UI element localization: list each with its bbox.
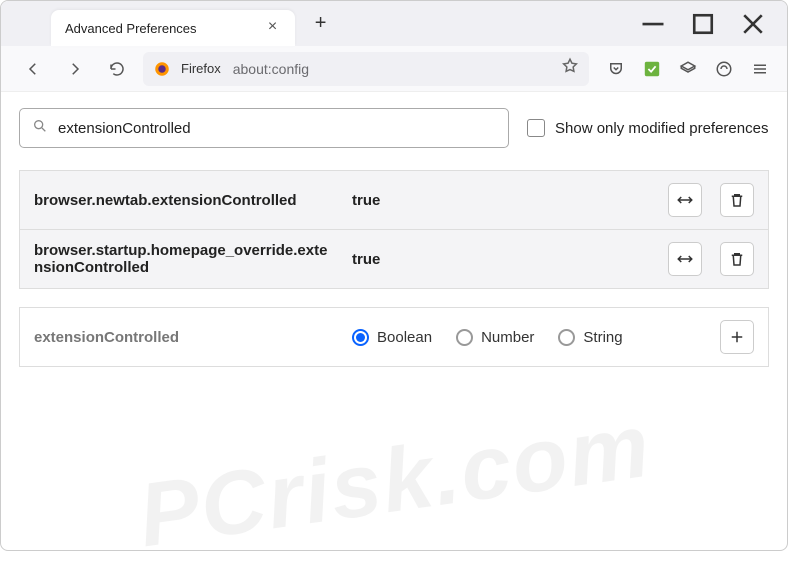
radio-string[interactable]: String <box>558 329 622 346</box>
titlebar: Advanced Preferences × + <box>1 1 787 46</box>
pref-row: browser.newtab.extensionControlled true <box>20 171 768 230</box>
maximize-button[interactable] <box>689 10 717 38</box>
toolbar-icons <box>599 58 771 80</box>
bookmark-star-icon[interactable] <box>561 57 579 80</box>
pref-value: true <box>352 251 650 268</box>
add-pref-row: extensionControlled Boolean Number Strin… <box>20 308 768 366</box>
forward-button[interactable] <box>59 53 91 85</box>
pref-name: browser.startup.homepage_override.extens… <box>34 242 334 276</box>
extension-icon[interactable] <box>641 58 663 80</box>
delete-button[interactable] <box>720 183 754 217</box>
pref-name: browser.newtab.extensionControlled <box>34 192 334 209</box>
content-area: Show only modified preferences browser.n… <box>1 92 787 383</box>
tab-title: Advanced Preferences <box>65 21 197 36</box>
add-button[interactable] <box>720 320 754 354</box>
address-url: about:config <box>233 61 309 77</box>
show-modified-checkbox[interactable]: Show only modified preferences <box>527 119 768 137</box>
toggle-button[interactable] <box>668 183 702 217</box>
radio-boolean[interactable]: Boolean <box>352 329 432 346</box>
address-brand: Firefox <box>181 61 221 76</box>
add-pref-section: extensionControlled Boolean Number Strin… <box>19 307 769 367</box>
pref-search-input[interactable] <box>58 120 496 137</box>
search-icon <box>32 118 48 139</box>
search-row: Show only modified preferences <box>19 108 769 148</box>
radio-label: Boolean <box>377 329 432 346</box>
radio-label: String <box>583 329 622 346</box>
browser-tab[interactable]: Advanced Preferences × <box>51 10 295 46</box>
pocket-icon[interactable] <box>605 58 627 80</box>
results-list: browser.newtab.extensionControlled true … <box>19 170 769 289</box>
close-icon[interactable]: × <box>265 20 281 36</box>
radio-number[interactable]: Number <box>456 329 534 346</box>
navbar: Firefox about:config <box>1 46 787 92</box>
pref-search-box[interactable] <box>19 108 509 148</box>
window-controls <box>639 10 787 38</box>
new-pref-name: extensionControlled <box>34 329 334 346</box>
minimize-button[interactable] <box>639 10 667 38</box>
firefox-icon <box>153 60 171 78</box>
reload-button[interactable] <box>101 53 133 85</box>
back-button[interactable] <box>17 53 49 85</box>
new-tab-button[interactable]: + <box>307 10 335 38</box>
type-radios: Boolean Number String <box>352 329 702 346</box>
window-close-button[interactable] <box>739 10 767 38</box>
pref-value: true <box>352 192 650 209</box>
browser-window: Advanced Preferences × + Firefox about:c… <box>0 0 788 551</box>
account-icon[interactable] <box>713 58 735 80</box>
delete-button[interactable] <box>720 242 754 276</box>
checkbox-icon <box>527 119 545 137</box>
checkbox-label: Show only modified preferences <box>555 120 768 137</box>
radio-label: Number <box>481 329 534 346</box>
address-bar[interactable]: Firefox about:config <box>143 52 589 86</box>
toggle-button[interactable] <box>668 242 702 276</box>
menu-icon[interactable] <box>749 58 771 80</box>
notifications-icon[interactable] <box>677 58 699 80</box>
pref-row: browser.startup.homepage_override.extens… <box>20 230 768 288</box>
